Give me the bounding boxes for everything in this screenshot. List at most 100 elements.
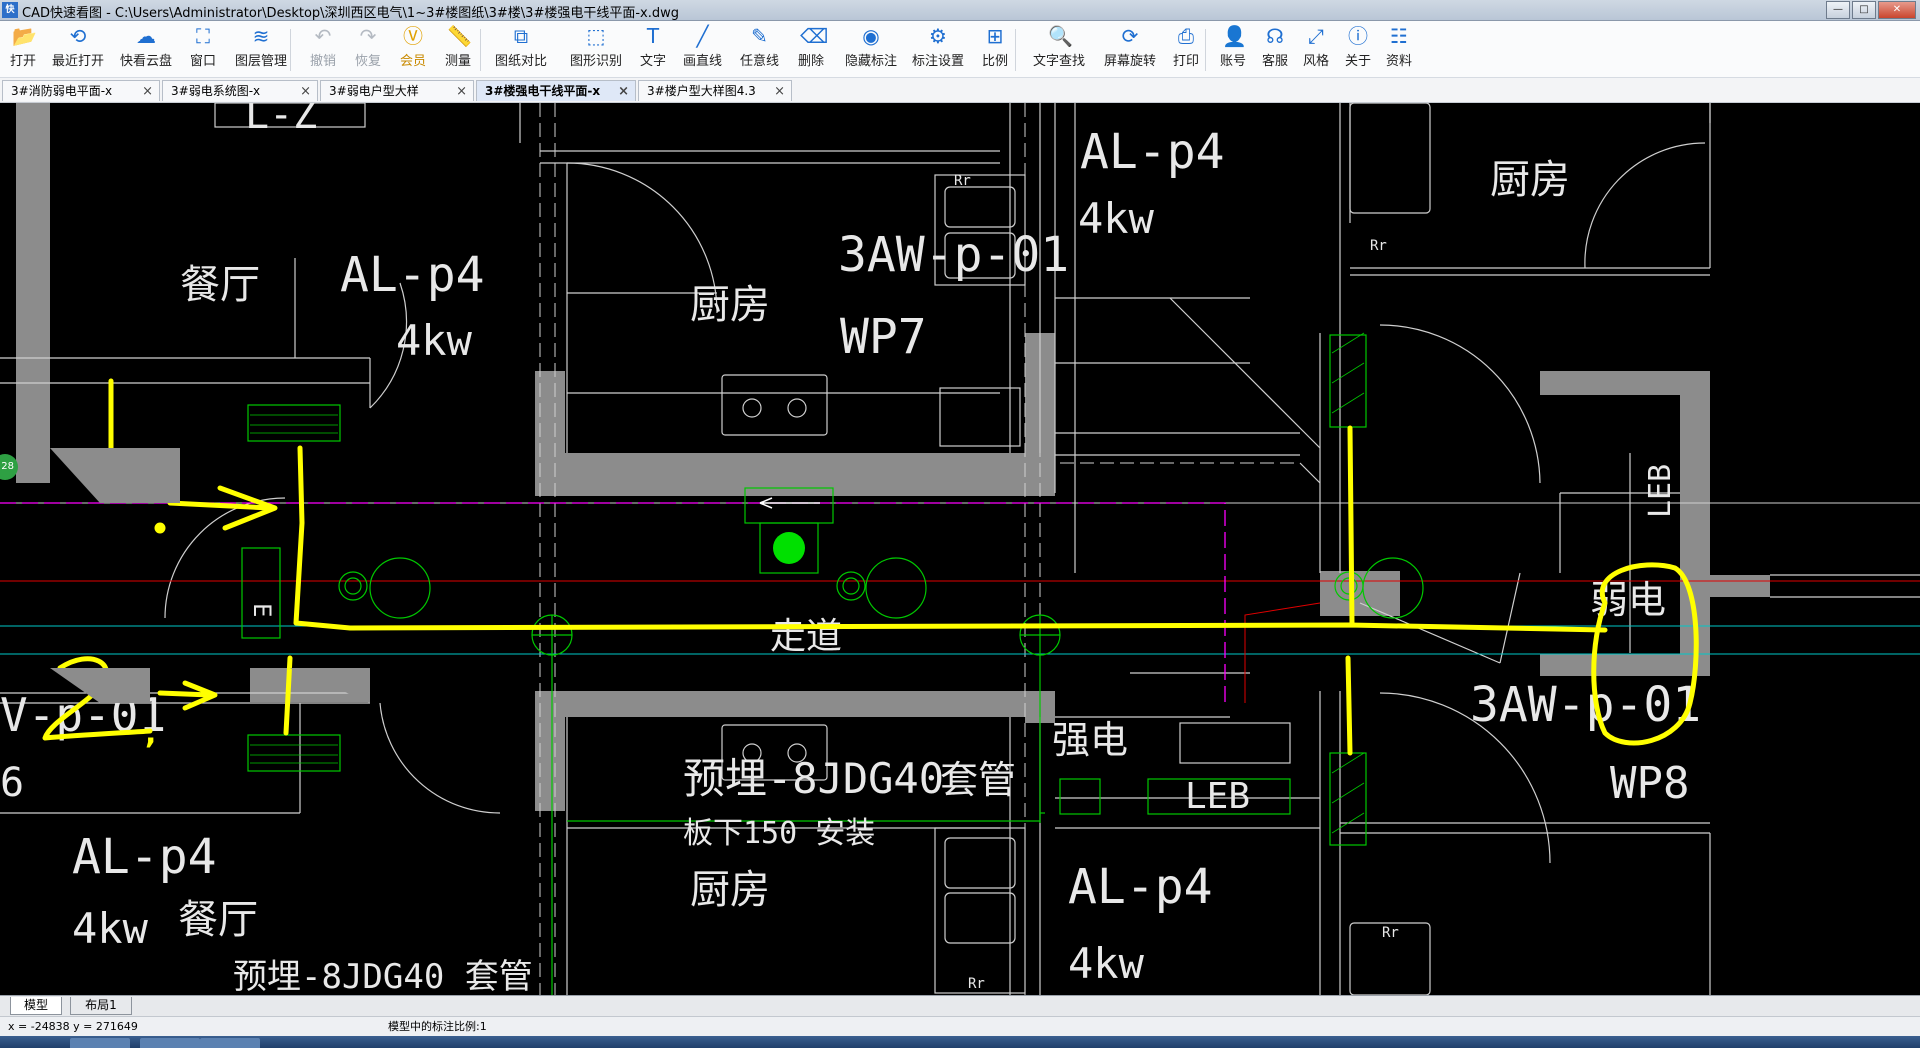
toolbar-label: 图纸对比 <box>495 54 548 69</box>
toolbar-label: 图形识别 <box>570 54 623 69</box>
toolbar-layers-button[interactable]: ≋ 图层管理 <box>235 25 287 75</box>
toolbar-compare-button[interactable]: ⧉ 图纸对比 <box>495 25 547 75</box>
toolbar-redo-button[interactable]: ↷ 恢复 <box>355 25 381 75</box>
label-4kw-4: 4kw <box>1068 939 1145 988</box>
label-rr-4: Rr <box>1382 925 1399 941</box>
toolbar-rotate-screen-button[interactable]: ⟳ 屏幕旋转 <box>1104 25 1156 75</box>
label-wp7: WP7 <box>840 309 927 365</box>
toolbar-vip-button[interactable]: Ⓥ 会员 <box>400 25 426 75</box>
toolbar-label: 屏幕旋转 <box>1104 54 1157 69</box>
cad-drawing[interactable]: AL-p4 4kw 餐厅 厨房 3AW-p-01 WP7 AL-p4 4kw 厨… <box>0 103 1920 995</box>
document-tab[interactable]: 3#消防弱电平面-x × <box>2 80 160 101</box>
toolbar-text-button[interactable]: T 文字 <box>640 25 666 75</box>
tab-close-icon[interactable]: × <box>142 81 153 102</box>
window-controls: — □ ✕ <box>1826 1 1916 19</box>
label-3aw-p-01-1: 3AW-p-01 <box>838 227 1069 283</box>
toolbar-annotation-settings-button[interactable]: ⚙ 标注设置 <box>912 25 964 75</box>
document-tab[interactable]: 3#弱电系统图-x × <box>162 80 318 101</box>
toolbar-label: 会员 <box>400 54 427 69</box>
shape-recognize-icon: ⬚ <box>586 24 606 48</box>
label-al-p4-1: AL-p4 <box>340 247 485 303</box>
toolbar-label: 删除 <box>798 54 825 69</box>
drawing-labels: AL-p4 4kw 餐厅 厨房 3AW-p-01 WP7 AL-p4 4kw 厨… <box>0 103 1701 995</box>
window-icon: ⛶ <box>196 24 210 48</box>
toolbar-label: 恢复 <box>355 54 382 69</box>
toolbar-cloud-button[interactable]: ☁ 快看云盘 <box>120 25 172 75</box>
toolbar-documents-button[interactable]: ☷ 资料 <box>1386 25 1412 75</box>
tab-close-icon[interactable]: × <box>300 81 311 102</box>
toolbar-label: 测量 <box>445 54 472 69</box>
headset-icon: ☊ <box>1266 24 1284 48</box>
style-icon: ⤢ <box>1308 24 1324 48</box>
toolbar-separator <box>480 29 481 71</box>
label-bottom-cut: 预埋-8JDG40 套管 <box>233 957 533 995</box>
toolbar-label: 文字查找 <box>1033 54 1086 69</box>
label-al-p4-2: AL-p4 <box>1080 124 1225 180</box>
label-embed-pipe: 预埋-8JDG40 <box>683 754 944 803</box>
label-kitchen-1: 厨房 <box>690 282 770 328</box>
eraser-icon: ⌫ <box>800 24 829 48</box>
equipment-dot <box>773 532 805 564</box>
toolbar-shape-recognize-button[interactable]: ⬚ 图形识别 <box>570 25 622 75</box>
toolbar-history-button[interactable]: ⟲ 最近打开 <box>52 25 104 75</box>
toolbar-separator <box>290 29 291 71</box>
vip-icon: Ⓥ <box>403 24 423 48</box>
label-dining-2: 餐厅 <box>178 897 258 943</box>
toolbar-window-button[interactable]: ⛶ 窗口 <box>190 25 216 75</box>
label-4kw-3: 4kw <box>72 904 149 953</box>
toolbar-hide-annotation-button[interactable]: ◉ 隐藏标注 <box>845 25 897 75</box>
toolbar-folder-open-button[interactable]: 📂 打开 <box>10 25 37 75</box>
maximize-button[interactable]: □ <box>1852 1 1876 19</box>
label-4kw-1: 4kw <box>396 316 473 365</box>
toolbar-text-search-button[interactable]: 🔍 文字查找 <box>1033 25 1085 75</box>
close-button[interactable]: ✕ <box>1878 1 1916 19</box>
document-tab-bar: 3#消防弱电平面-x × 3#弱电系统图-x × 3#弱电户型大样 × 3#楼强电干线平面-… <box>0 78 1920 103</box>
annotation-settings-icon: ⚙ <box>929 24 947 48</box>
pen-icon: ✎ <box>751 24 768 48</box>
cloud-icon: ☁ <box>136 24 156 48</box>
taskbar-button-1[interactable] <box>70 1038 130 1048</box>
label-six: 6 <box>0 760 24 806</box>
taskbar-button-3[interactable] <box>200 1038 260 1048</box>
layout-tab-layout1[interactable]: 布局1 <box>70 997 132 1015</box>
label-corridor: 走道 <box>770 616 842 657</box>
label-wp8: WP8 <box>1610 758 1689 809</box>
toolbar-undo-button[interactable]: ↶ 撤销 <box>310 25 336 75</box>
taskbar-button-2[interactable] <box>140 1038 200 1048</box>
document-tab[interactable]: 3#弱电户型大样 × <box>320 80 474 101</box>
toolbar-separator <box>1205 29 1206 71</box>
rotate-screen-icon: ⟳ <box>1121 24 1139 48</box>
toolbar-label: 撤销 <box>310 54 337 69</box>
label-rr-2: Rr <box>1370 238 1387 254</box>
title-bar: 快 CAD快速看图 - C:\Users\Administrator\Deskt… <box>0 0 1920 21</box>
tab-close-icon[interactable]: × <box>618 81 629 102</box>
cable-red-branch <box>1244 602 1321 703</box>
drawing-canvas[interactable]: AL-p4 4kw 餐厅 厨房 3AW-p-01 WP7 AL-p4 4kw 厨… <box>0 103 1920 995</box>
toolbar-label: 图层管理 <box>235 54 288 69</box>
tab-close-icon[interactable]: × <box>774 81 785 102</box>
tab-label: 3#消防弱电平面-x <box>11 84 113 98</box>
document-tab[interactable]: 3#楼户型大样图4.3 × <box>638 80 792 101</box>
toolbar-label: 窗口 <box>190 54 217 69</box>
toolbar-pen-button[interactable]: ✎ 任意线 <box>740 25 779 75</box>
label-leb-1: LEB <box>1185 776 1250 817</box>
toolbar-line-button[interactable]: ╱ 画直线 <box>683 25 722 75</box>
tab-close-icon[interactable]: × <box>456 81 467 102</box>
layout-tab-model[interactable]: 模型 <box>10 997 62 1015</box>
tab-label: 3#楼强电干线平面-x <box>485 84 601 98</box>
toolbar-style-button[interactable]: ⤢ 风格 <box>1303 25 1329 75</box>
user-icon: 👤 <box>1222 24 1247 48</box>
document-tab[interactable]: 3#楼强电干线平面-x × <box>476 80 636 101</box>
minimize-button[interactable]: — <box>1826 1 1850 19</box>
toolbar-ruler-button[interactable]: 📏 测量 <box>445 25 472 75</box>
label-kitchen-3: 厨房 <box>690 867 770 913</box>
toolbar-eraser-button[interactable]: ⌫ 删除 <box>798 24 829 75</box>
toolbar-info-button[interactable]: ⓘ 关于 <box>1345 25 1371 75</box>
toolbar-scale-button[interactable]: ⊞ 比例 <box>982 25 1008 75</box>
text-icon: T <box>646 24 660 48</box>
main-toolbar: 📂 打开 ⟲ 最近打开 ☁ 快看云盘 ⛶ 窗口 ≋ 图层管理 ↶ 撤销 ↷ 恢复 Ⓥ 会员 📏 测量 ⧉ 图纸对比 ⬚ 图… <box>0 21 1920 78</box>
toolbar-user-button[interactable]: 👤 账号 <box>1220 24 1247 75</box>
toolbar-headset-button[interactable]: ☊ 客服 <box>1262 25 1288 75</box>
toolbar-printer-button[interactable]: ⎙ 打印 <box>1173 25 1199 75</box>
label-3aw-p-01-2: 3AW-p-01 <box>1470 677 1701 733</box>
